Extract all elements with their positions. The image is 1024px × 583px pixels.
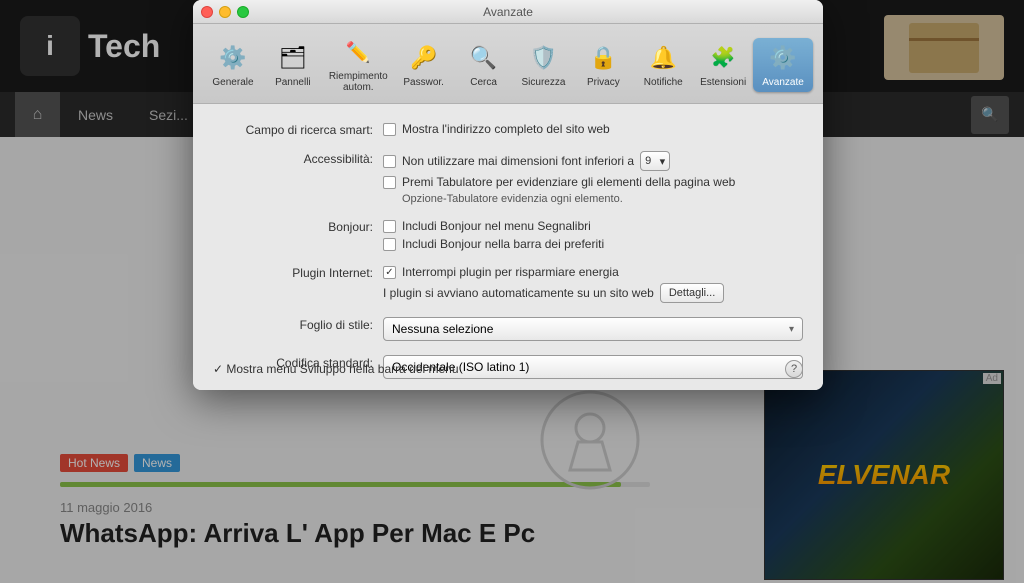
toolbar-notifiche-icon: 🔔	[647, 42, 679, 74]
toolbar-cerca-label: Cerca	[470, 77, 497, 88]
checkbox-font-label: Non utilizzare mai dimensioni font infer…	[402, 154, 634, 168]
plugin-info-row: I plugin si avviano automaticamente su u…	[383, 283, 803, 303]
toolbar-avanzate[interactable]: ⚙️ Avanzate	[753, 38, 813, 92]
toolbar-password[interactable]: 🔑 Passwor.	[394, 38, 454, 92]
toolbar-privacy[interactable]: 🔒 Privacy	[573, 38, 633, 92]
setting-label-foglio: Foglio di stile:	[213, 317, 373, 332]
checkbox-bonjour-barra-box[interactable]	[383, 238, 396, 251]
toolbar-generale[interactable]: ⚙️ Generale	[203, 38, 263, 92]
toolbar-avanzate-icon: ⚙️	[767, 42, 799, 74]
toolbar-sicurezza-icon: 🛡️	[527, 42, 559, 74]
dialog-bottom: ✓ Mostra menu Sviluppo nella barra dei m…	[213, 360, 803, 378]
checkbox-plugin-label: Interrompi plugin per risparmiare energi…	[402, 265, 619, 279]
checkbox-plugin-box[interactable]: ✓	[383, 266, 396, 279]
dialog-body: Campo di ricerca smart: Mostra l'indiriz…	[193, 104, 823, 390]
toolbar-riempimento-icon: ✏️	[342, 36, 374, 68]
setting-content-foglio: Nessuna selezione ▾	[383, 317, 803, 341]
checkbox-tabulatore-label: Premi Tabulatore per evidenziare gli ele…	[402, 175, 735, 189]
toolbar-pannelli-icon: 🗂	[277, 42, 309, 74]
toolbar-estensioni-icon: 🧩	[707, 42, 739, 74]
toolbar-password-label: Passwor.	[403, 77, 444, 88]
setting-row-ricerca: Campo di ricerca smart: Mostra l'indiriz…	[213, 122, 803, 137]
checkbox-tabulatore-box[interactable]	[383, 176, 396, 189]
setting-label-accessibilita: Accessibilità:	[213, 151, 373, 166]
dialog-titlebar: Avanzate	[193, 0, 823, 24]
dialog-title: Avanzate	[193, 5, 823, 19]
checkbox-plugin: ✓ Interrompi plugin per risparmiare ener…	[383, 265, 803, 279]
setting-label-bonjour: Bonjour:	[213, 219, 373, 234]
font-size-arrow: ▾	[660, 155, 666, 168]
toolbar-pannelli[interactable]: 🗂 Pannelli	[263, 38, 323, 92]
checkbox-bonjour-menu: Includi Bonjour nel menu Segnalibri	[383, 219, 803, 233]
checkbox-bonjour-barra: Includi Bonjour nella barra dei preferit…	[383, 237, 803, 251]
checkbox-bonjour-menu-label: Includi Bonjour nel menu Segnalibri	[402, 219, 591, 233]
setting-content-plugin: ✓ Interrompi plugin per risparmiare ener…	[383, 265, 803, 303]
plugin-info-text: I plugin si avviano automaticamente su u…	[383, 286, 654, 300]
toolbar-pannelli-label: Pannelli	[275, 77, 311, 88]
foglio-select-arrow: ▾	[789, 324, 794, 335]
setting-row-bonjour: Bonjour: Includi Bonjour nel menu Segnal…	[213, 219, 803, 251]
toolbar-riempimento[interactable]: ✏️ Riempimento autom.	[323, 32, 394, 97]
minimize-button[interactable]	[219, 6, 231, 18]
maximize-button[interactable]	[237, 6, 249, 18]
checkbox-bonjour-barra-label: Includi Bonjour nella barra dei preferit…	[402, 237, 604, 251]
setting-content-ricerca: Mostra l'indirizzo completo del sito web	[383, 122, 803, 136]
checkbox-bonjour-menu-box[interactable]	[383, 220, 396, 233]
toolbar-privacy-label: Privacy	[587, 77, 620, 88]
setting-row-accessibilita: Accessibilità: Non utilizzare mai dimens…	[213, 151, 803, 205]
checkbox-tabulatore: Premi Tabulatore per evidenziare gli ele…	[383, 175, 803, 189]
setting-label-ricerca: Campo di ricerca smart:	[213, 122, 373, 137]
checkbox-indirizzo-label: Mostra l'indirizzo completo del sito web	[402, 122, 610, 136]
foglio-select[interactable]: Nessuna selezione ▾	[383, 317, 803, 341]
toolbar-sicurezza-label: Sicurezza	[522, 77, 566, 88]
setting-row-foglio: Foglio di stile: Nessuna selezione ▾	[213, 317, 803, 341]
dialog-toolbar: ⚙️ Generale 🗂 Pannelli ✏️ Riempimento au…	[193, 24, 823, 104]
toolbar-avanzate-label: Avanzate	[762, 77, 804, 88]
toolbar-notifiche[interactable]: 🔔 Notifiche	[633, 38, 693, 92]
safari-settings-dialog: Avanzate ⚙️ Generale 🗂 Pannelli ✏️ Riemp…	[193, 0, 823, 390]
checkbox-font-box[interactable]	[383, 155, 396, 168]
dettagli-button[interactable]: Dettagli...	[660, 283, 724, 303]
setting-row-plugin: Plugin Internet: ✓ Interrompi plugin per…	[213, 265, 803, 303]
hint-tabulatore: Opzione-Tabulatore evidenzia ogni elemen…	[383, 193, 803, 205]
toolbar-riempimento-label: Riempimento autom.	[329, 71, 388, 93]
close-button[interactable]	[201, 6, 213, 18]
toolbar-sicurezza[interactable]: 🛡️ Sicurezza	[514, 38, 574, 92]
font-size-select[interactable]: 9 ▾	[640, 151, 670, 171]
font-size-value: 9	[645, 155, 651, 167]
toolbar-notifiche-label: Notifiche	[644, 77, 683, 88]
toolbar-generale-label: Generale	[212, 77, 253, 88]
toolbar-privacy-icon: 🔒	[587, 42, 619, 74]
setting-content-accessibilita: Non utilizzare mai dimensioni font infer…	[383, 151, 803, 205]
help-button[interactable]: ?	[785, 360, 803, 378]
setting-content-bonjour: Includi Bonjour nel menu Segnalibri Incl…	[383, 219, 803, 251]
toolbar-estensioni[interactable]: 🧩 Estensioni	[693, 38, 753, 92]
checkbox-indirizzo-box[interactable]	[383, 123, 396, 136]
checkbox-sviluppo: ✓ Mostra menu Sviluppo nella barra dei m…	[213, 362, 459, 376]
toolbar-password-icon: 🔑	[408, 42, 440, 74]
foglio-select-value: Nessuna selezione	[392, 322, 493, 336]
checkbox-sviluppo-label: ✓ Mostra menu Sviluppo nella barra dei m…	[213, 362, 459, 376]
toolbar-cerca[interactable]: 🔍 Cerca	[454, 38, 514, 92]
checkbox-indirizzo: Mostra l'indirizzo completo del sito web	[383, 122, 803, 136]
toolbar-cerca-icon: 🔍	[468, 42, 500, 74]
setting-label-plugin: Plugin Internet:	[213, 265, 373, 280]
toolbar-estensioni-label: Estensioni	[700, 77, 746, 88]
checkbox-font: Non utilizzare mai dimensioni font infer…	[383, 151, 803, 171]
toolbar-generale-icon: ⚙️	[217, 42, 249, 74]
